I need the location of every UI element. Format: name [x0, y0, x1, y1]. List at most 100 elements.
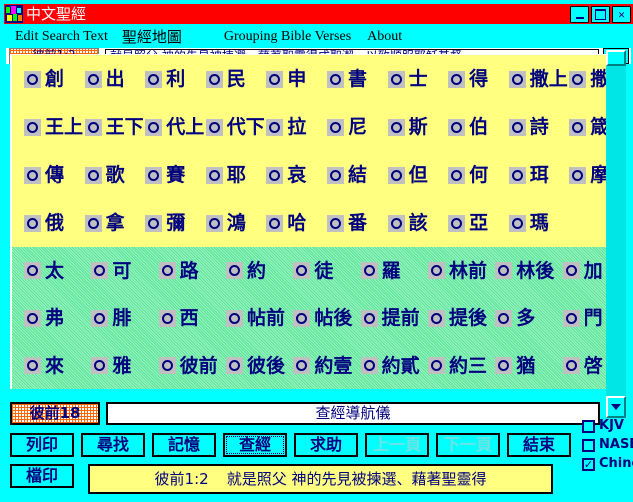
radio-circle-icon[interactable]: [266, 214, 284, 232]
book-radio-雅[interactable]: 雅: [79, 356, 146, 376]
radio-circle-icon[interactable]: [387, 70, 405, 88]
radio-circle-icon[interactable]: [387, 118, 405, 136]
book-radio-書[interactable]: 書: [315, 69, 376, 89]
radio-circle-icon[interactable]: [448, 70, 466, 88]
book-radio-伯[interactable]: 伯: [436, 117, 497, 137]
book-radio-提前[interactable]: 提前: [349, 308, 420, 328]
radio-circle-icon[interactable]: [158, 357, 176, 375]
study-bible-button[interactable]: 查經: [223, 433, 287, 457]
radio-circle-icon[interactable]: [387, 166, 405, 184]
scroll-down-button[interactable]: [606, 396, 626, 418]
search-button[interactable]: 尋找: [81, 433, 145, 457]
radio-circle-icon[interactable]: [24, 309, 41, 327]
book-radio-耶[interactable]: 耶: [194, 165, 255, 185]
next-page-button[interactable]: 下一頁: [436, 433, 500, 457]
book-radio-申[interactable]: 申: [254, 69, 315, 89]
radio-circle-icon[interactable]: [145, 118, 163, 136]
book-radio-何[interactable]: 何: [436, 165, 497, 185]
radio-circle-icon[interactable]: [569, 166, 587, 184]
radio-circle-icon[interactable]: [266, 118, 284, 136]
radio-circle-icon[interactable]: [84, 118, 102, 136]
radio-circle-icon[interactable]: [24, 357, 41, 375]
book-radio-鴻[interactable]: 鴻: [194, 213, 255, 233]
radio-circle-icon[interactable]: [360, 262, 378, 280]
book-radio-賽[interactable]: 賽: [133, 165, 194, 185]
book-radio-尼[interactable]: 尼: [315, 117, 376, 137]
radio-circle-icon[interactable]: [562, 357, 580, 375]
radio-circle-icon[interactable]: [326, 70, 344, 88]
menu-item-grouping-bible-verses[interactable]: Grouping Bible Verses: [224, 29, 351, 45]
book-radio-士[interactable]: 士: [376, 69, 437, 89]
radio-circle-icon[interactable]: [225, 357, 243, 375]
radio-circle-icon[interactable]: [562, 262, 580, 280]
book-radio-林後[interactable]: 林後: [483, 261, 554, 281]
radio-circle-icon[interactable]: [569, 118, 587, 136]
menu-item-about[interactable]: About: [367, 29, 402, 45]
book-radio-出[interactable]: 出: [73, 69, 134, 89]
book-radio-徒[interactable]: 徒: [281, 261, 348, 281]
book-radio-彌[interactable]: 彌: [133, 213, 194, 233]
navigator-title-field[interactable]: 查經導航儀: [106, 401, 600, 425]
book-radio-猶[interactable]: 猶: [483, 356, 550, 376]
radio-circle-icon[interactable]: [225, 262, 243, 280]
radio-circle-icon[interactable]: [205, 214, 223, 232]
book-radio-林前[interactable]: 林前: [416, 261, 487, 281]
book-radio-撒上[interactable]: 撒上: [497, 69, 568, 89]
book-radio-該[interactable]: 該: [376, 213, 437, 233]
reference-input[interactable]: 彼前18: [10, 401, 100, 425]
book-radio-帖後[interactable]: 帖後: [281, 308, 352, 328]
radio-circle-icon[interactable]: [427, 357, 445, 375]
book-radio-路[interactable]: 路: [147, 261, 214, 281]
book-radio-得[interactable]: 得: [436, 69, 497, 89]
radio-circle-icon[interactable]: [562, 309, 580, 327]
radio-circle-icon[interactable]: [84, 214, 102, 232]
memory-button[interactable]: 記憶: [152, 433, 216, 457]
radio-circle-icon[interactable]: [158, 309, 176, 327]
scroll-up-button[interactable]: [606, 50, 626, 66]
radio-circle-icon[interactable]: [508, 70, 526, 88]
book-radio-傳[interactable]: 傳: [12, 165, 73, 185]
radio-circle-icon[interactable]: [360, 357, 378, 375]
maximize-button[interactable]: [591, 5, 610, 23]
radio-circle-icon[interactable]: [387, 214, 405, 232]
book-radio-哈[interactable]: 哈: [254, 213, 315, 233]
radio-circle-icon[interactable]: [225, 309, 243, 327]
radio-circle-icon[interactable]: [508, 214, 526, 232]
book-radio-但[interactable]: 但: [376, 165, 437, 185]
radio-circle-icon[interactable]: [508, 166, 526, 184]
radio-circle-icon[interactable]: [326, 166, 344, 184]
help-button[interactable]: 求助: [294, 433, 358, 457]
radio-circle-icon[interactable]: [508, 118, 526, 136]
checkbox-row-kjv[interactable]: KJV: [582, 418, 633, 435]
book-radio-結[interactable]: 結: [315, 165, 376, 185]
book-radio-代下[interactable]: 代下: [194, 117, 265, 137]
radio-circle-icon[interactable]: [427, 262, 445, 280]
book-radio-來[interactable]: 來: [12, 356, 79, 376]
radio-circle-icon[interactable]: [24, 166, 41, 184]
book-radio-腓[interactable]: 腓: [79, 308, 146, 328]
book-radio-約三[interactable]: 約三: [416, 356, 487, 376]
radio-circle-icon[interactable]: [448, 118, 466, 136]
panel-scrollbar[interactable]: [606, 50, 626, 418]
radio-circle-icon[interactable]: [84, 70, 102, 88]
radio-circle-icon[interactable]: [266, 70, 284, 88]
radio-circle-icon[interactable]: [91, 309, 109, 327]
minimize-button[interactable]: [570, 5, 589, 23]
book-radio-約壹[interactable]: 約壹: [281, 356, 352, 376]
radio-circle-icon[interactable]: [205, 118, 223, 136]
radio-circle-icon[interactable]: [84, 166, 102, 184]
radio-circle-icon[interactable]: [569, 70, 587, 88]
book-radio-彼前[interactable]: 彼前: [147, 356, 218, 376]
book-radio-提後[interactable]: 提後: [416, 308, 487, 328]
book-radio-可[interactable]: 可: [79, 261, 146, 281]
radio-circle-icon[interactable]: [145, 214, 163, 232]
radio-circle-icon[interactable]: [495, 262, 513, 280]
radio-circle-icon[interactable]: [326, 214, 344, 232]
radio-circle-icon[interactable]: [266, 166, 284, 184]
book-radio-約貳[interactable]: 約貳: [349, 356, 420, 376]
book-radio-羅[interactable]: 羅: [349, 261, 416, 281]
radio-circle-icon[interactable]: [427, 309, 445, 327]
print-button[interactable]: 列印: [10, 433, 74, 457]
radio-circle-icon[interactable]: [293, 262, 311, 280]
radio-circle-icon[interactable]: [448, 214, 466, 232]
